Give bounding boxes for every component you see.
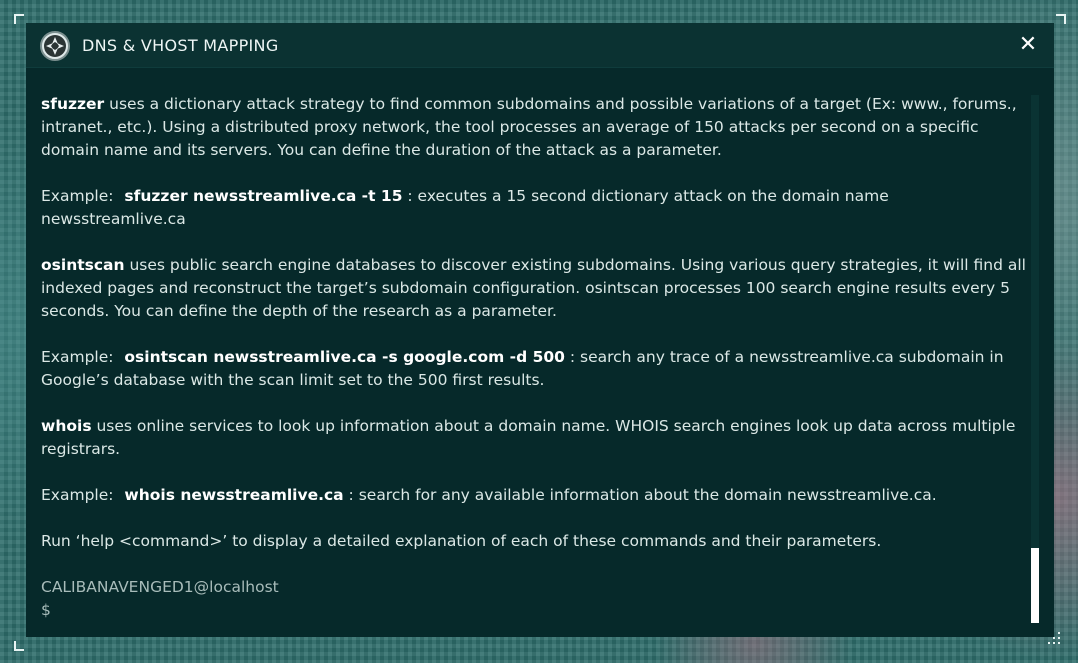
help-hint: Run ‘help <command>’ to display a detail… [41, 532, 882, 550]
prompt-user: CALIBANAVENGED1@localhost [41, 578, 279, 596]
command-prompt[interactable]: CALIBANAVENGED1@localhost $ [41, 576, 1026, 622]
command-name: osintscan [41, 256, 125, 274]
sfuzzer-example: Example: sfuzzer newsstreamlive.ca -t 15… [41, 187, 889, 228]
terminal-window: DNS & VHOST MAPPING ✕ sfuzzer uses a dic… [26, 23, 1054, 637]
command-name: sfuzzer [41, 95, 105, 113]
sfuzzer-description: sfuzzer uses a dictionary attack strateg… [41, 95, 1017, 159]
whois-example: Example: whois newsstreamlive.ca : searc… [41, 486, 937, 504]
app-logo-icon [40, 31, 70, 61]
example-command: osintscan newsstreamlive.ca -s google.co… [124, 348, 565, 366]
example-command: sfuzzer newsstreamlive.ca -t 15 [124, 187, 403, 205]
close-icon[interactable]: ✕ [1016, 33, 1040, 57]
scrollbar-track[interactable] [1031, 95, 1039, 623]
terminal-output: sfuzzer uses a dictionary attack strateg… [41, 93, 1026, 622]
example-command: whois newsstreamlive.ca [124, 486, 344, 504]
frame-corner-top-right [1056, 14, 1066, 24]
osintscan-example: Example: osintscan newsstreamlive.ca -s … [41, 348, 1004, 389]
whois-description: whois uses online services to look up in… [41, 417, 1016, 458]
scrollbar-thumb[interactable] [1031, 548, 1039, 623]
command-name: whois [41, 417, 92, 435]
prompt-symbol[interactable]: $ [41, 599, 1026, 622]
frame-corner-top-left [14, 14, 24, 24]
osintscan-description: osintscan uses public search engine data… [41, 256, 1026, 320]
frame-corner-bottom-left [14, 641, 24, 651]
window-title: DNS & VHOST MAPPING [82, 36, 279, 55]
window-titlebar[interactable]: DNS & VHOST MAPPING ✕ [26, 23, 1054, 68]
